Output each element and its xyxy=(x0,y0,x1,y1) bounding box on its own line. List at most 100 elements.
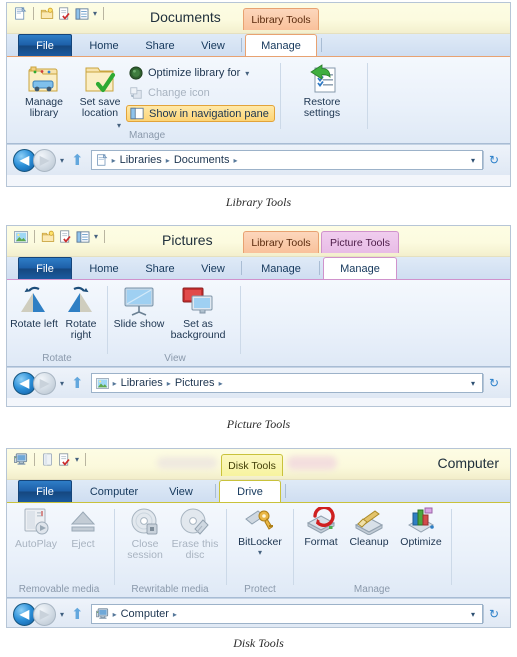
qat-divider-2 xyxy=(85,453,87,466)
cleanup-icon xyxy=(353,507,385,535)
up-button[interactable]: ⬆ xyxy=(71,605,84,623)
chevron-down-icon[interactable]: ▾ xyxy=(93,9,97,18)
tab-manage-picture[interactable]: Manage xyxy=(323,257,397,279)
chevron-down-icon[interactable]: ▾ xyxy=(75,455,79,464)
set-save-location-button[interactable]: Set save location xyxy=(71,63,129,119)
tab-manage-library[interactable]: Manage xyxy=(245,258,317,279)
ribbon-group-removable-media: AutoPlay Eject Removable media xyxy=(7,503,111,597)
tab-drive[interactable]: Drive xyxy=(219,480,281,502)
forward-button[interactable]: ▶ xyxy=(33,602,56,626)
show-in-navigation-pane-button[interactable]: Show in navigation pane xyxy=(126,105,275,122)
contextual-tab-group-disk-tools[interactable]: Disk Tools xyxy=(221,454,283,476)
breadcrumb-item-libraries[interactable]: Libraries xyxy=(121,377,163,389)
ribbon-group-label-rewritable-media: Rewritable media xyxy=(131,584,209,595)
quick-access-toolbar-pictures[interactable]: ▾ xyxy=(14,230,107,243)
quick-access-toolbar-documents[interactable]: ▾ xyxy=(14,7,106,20)
optimize-library-dropdown-caret[interactable]: ▾ xyxy=(245,69,249,78)
ribbon-documents: Manage library Set save location ▾ Optim… xyxy=(7,57,510,144)
new-item-icon[interactable] xyxy=(58,453,71,466)
cleanup-button[interactable]: Cleanup xyxy=(342,507,396,548)
up-button[interactable]: ⬆ xyxy=(71,151,84,169)
tab-file[interactable]: File xyxy=(18,480,72,502)
bitlocker-button[interactable]: BitLocker ▾ xyxy=(231,507,289,557)
breadcrumb-sep-1: ▸ xyxy=(165,155,170,165)
erase-this-disc-button: Erase this disc xyxy=(169,507,221,561)
refresh-button[interactable]: ↻ xyxy=(484,376,504,390)
pictures-library-icon-small xyxy=(95,377,109,389)
contextual-tab-group-library-tools[interactable]: Library Tools xyxy=(243,8,319,30)
tab-computer[interactable]: Computer xyxy=(78,481,150,502)
history-dropdown-caret[interactable]: ▾ xyxy=(60,379,64,388)
tab-manage-library[interactable]: Manage xyxy=(245,34,317,56)
preview-pane-icon[interactable] xyxy=(76,230,90,243)
breadcrumb-item-computer[interactable]: Computer xyxy=(121,608,169,620)
slide-show-button[interactable]: Slide show xyxy=(113,285,165,330)
restore-settings-icon xyxy=(306,63,338,95)
address-bar-pictures: ◀ ▶ ▾ ⬆ ▸ Libraries ▸ Pictures ▸ ▾ ↻ xyxy=(7,367,510,398)
qat-divider xyxy=(34,230,35,243)
new-folder-icon[interactable] xyxy=(41,230,55,243)
tab-view[interactable]: View xyxy=(155,481,207,502)
contextual-tab-group-library-tools[interactable]: Library Tools xyxy=(243,231,319,253)
tab-home[interactable]: Home xyxy=(78,35,130,56)
breadcrumb[interactable]: ▸ Libraries ▸ Pictures ▸ ▾ xyxy=(90,373,483,393)
rotate-right-button[interactable]: Rotate right xyxy=(57,285,105,341)
format-button[interactable]: Format xyxy=(297,507,345,548)
tab-view[interactable]: View xyxy=(188,35,238,56)
new-folder-icon[interactable] xyxy=(40,7,54,20)
tab-file[interactable]: File xyxy=(18,34,72,56)
optimize-library-for-button[interactable]: Optimize library for ▾ xyxy=(129,66,249,80)
set-save-location-dropdown-caret[interactable]: ▾ xyxy=(117,121,121,130)
bitlocker-icon xyxy=(244,507,276,535)
breadcrumb[interactable]: ▸ Computer ▸ ▾ xyxy=(90,604,483,624)
breadcrumb-sep-2: ▸ xyxy=(233,155,238,165)
quick-access-toolbar-computer[interactable]: ▾ xyxy=(14,453,88,466)
tabstrip-computer: File Computer View Drive xyxy=(7,480,510,503)
bitlocker-dropdown-caret[interactable]: ▾ xyxy=(258,548,262,557)
up-button[interactable]: ⬆ xyxy=(71,374,84,392)
new-item-icon[interactable] xyxy=(59,230,72,243)
new-item-icon[interactable] xyxy=(58,7,71,20)
tab-share[interactable]: Share xyxy=(134,35,186,56)
restore-settings-button[interactable]: Restore settings xyxy=(293,63,351,119)
breadcrumb-sep-2: ▸ xyxy=(218,378,223,388)
breadcrumb[interactable]: ▸ Libraries ▸ Documents ▸ ▾ xyxy=(90,150,483,170)
breadcrumb-sep-1: ▸ xyxy=(166,378,171,388)
back-arrow-icon: ◀ xyxy=(19,607,30,621)
qat-divider xyxy=(33,7,34,20)
ribbon-group-separator-3 xyxy=(293,509,294,585)
ribbon-group-separator xyxy=(280,63,281,129)
refresh-button[interactable]: ↻ xyxy=(484,607,504,621)
breadcrumb-dropdown-caret[interactable]: ▾ xyxy=(471,156,478,165)
navigation-pane-icon xyxy=(130,107,144,120)
rotate-left-button[interactable]: Rotate left xyxy=(10,285,58,330)
history-dropdown-caret[interactable]: ▾ xyxy=(60,156,64,165)
page-title: Pictures xyxy=(162,232,213,248)
set-as-background-button[interactable]: Set as background xyxy=(161,285,235,341)
tab-share[interactable]: Share xyxy=(134,258,186,279)
breadcrumb-dropdown-caret[interactable]: ▾ xyxy=(471,379,478,388)
history-dropdown-caret[interactable]: ▾ xyxy=(60,610,64,619)
tab-divider xyxy=(215,484,216,498)
format-icon xyxy=(305,507,337,535)
eject-icon xyxy=(67,507,99,537)
breadcrumb-dropdown-caret[interactable]: ▾ xyxy=(471,610,478,619)
forward-button[interactable]: ▶ xyxy=(33,148,56,172)
tab-home[interactable]: Home xyxy=(78,258,130,279)
contextual-tab-group-picture-tools[interactable]: Picture Tools xyxy=(321,231,399,253)
ribbon-group-separator-4 xyxy=(451,509,452,585)
breadcrumb-sep-0: ▸ xyxy=(112,378,117,388)
manage-library-button[interactable]: Manage library xyxy=(15,63,73,119)
chevron-down-icon[interactable]: ▾ xyxy=(94,232,98,241)
forward-button[interactable]: ▶ xyxy=(33,371,56,395)
tab-view[interactable]: View xyxy=(188,258,238,279)
tab-file[interactable]: File xyxy=(18,257,72,279)
optimize-button[interactable]: Optimize xyxy=(393,507,449,548)
ribbon-group-label-manage: Manage xyxy=(129,130,166,141)
refresh-button[interactable]: ↻ xyxy=(484,153,504,167)
preview-pane-icon[interactable] xyxy=(75,7,89,20)
breadcrumb-item-documents[interactable]: Documents xyxy=(174,154,230,166)
breadcrumb-item-libraries[interactable]: Libraries xyxy=(120,154,162,166)
breadcrumb-item-pictures[interactable]: Pictures xyxy=(175,377,215,389)
properties-icon[interactable] xyxy=(41,453,54,466)
